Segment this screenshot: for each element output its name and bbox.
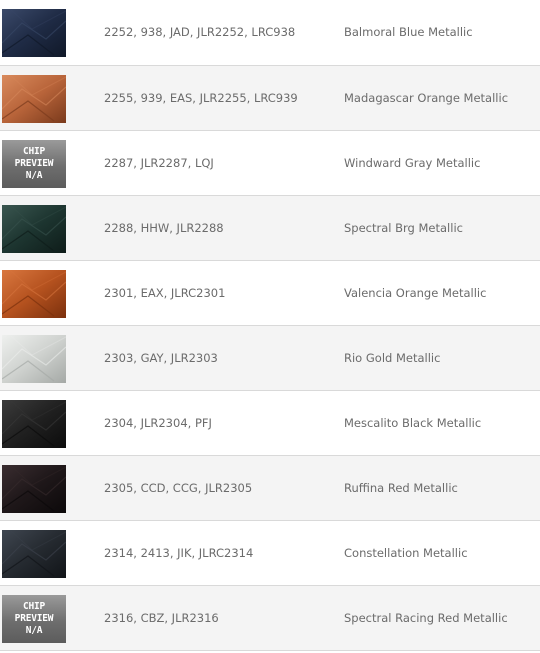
paint-color-table: 2252, 938, JAD, JLR2252, LRC938 Balmoral … — [0, 0, 540, 651]
paint-codes: 2287, JLR2287, LQJ — [104, 156, 214, 170]
chip-na-text: PREVIEW — [14, 158, 54, 169]
paint-codes: 2303, GAY, JLR2303 — [104, 351, 218, 365]
color-name: Spectral Racing Red Metallic — [344, 611, 508, 625]
paint-codes: 2305, CCD, CCG, JLR2305 — [104, 481, 253, 495]
color-chip-swatch — [2, 400, 66, 448]
color-name: Madagascar Orange Metallic — [344, 91, 509, 105]
table-row: 2314, 2413, JIK, JLRC2314 Constellation M… — [0, 520, 540, 585]
color-chip-swatch — [2, 530, 66, 578]
table-row: 2301, EAX, JLRC2301 Valencia Orange Metal… — [0, 260, 540, 325]
color-name: Ruffina Red Metallic — [344, 481, 458, 495]
table-row: CHIP PREVIEW N/A 2287, JLR2287, LQJ Windward… — [0, 130, 540, 195]
chip-na-text: N/A — [25, 170, 43, 181]
paint-codes: 2252, 938, JAD, JLR2252, LRC938 — [104, 25, 296, 39]
color-name: Mescalito Black Metallic — [344, 416, 482, 430]
table-row: 2303, GAY, JLR2303 Rio Gold Metallic — [0, 325, 540, 390]
table-row: 2255, 939, EAS, JLR2255, LRC939 Madagasca… — [0, 65, 540, 130]
chip-preview-na-placeholder: CHIP PREVIEW N/A — [2, 595, 66, 643]
color-chip-swatch — [2, 205, 66, 253]
color-chip-swatch — [2, 335, 66, 383]
chip-na-text: CHIP — [22, 601, 46, 612]
table-row: 2305, CCD, CCG, JLR2305 Ruffina Red Metal… — [0, 455, 540, 520]
color-name: Rio Gold Metallic — [344, 351, 441, 365]
paint-codes: 2316, CBZ, JLR2316 — [104, 611, 219, 625]
color-name: Spectral Brg Metallic — [344, 221, 463, 235]
paint-codes: 2304, JLR2304, PFJ — [104, 416, 212, 430]
table-row: 2288, HHW, JLR2288 Spectral Brg Metallic — [0, 195, 540, 260]
color-chip-swatch — [2, 270, 66, 318]
chip-na-text: N/A — [25, 625, 43, 636]
chip-na-text: PREVIEW — [14, 613, 54, 624]
color-name: Valencia Orange Metallic — [344, 286, 487, 300]
paint-codes: 2301, EAX, JLRC2301 — [104, 286, 226, 300]
color-chip-swatch — [2, 75, 66, 123]
color-name: Balmoral Blue Metallic — [344, 25, 473, 39]
color-chip-swatch — [2, 465, 66, 513]
paint-codes: 2255, 939, EAS, JLR2255, LRC939 — [104, 91, 298, 105]
color-chip-swatch — [2, 9, 66, 57]
paint-codes: 2314, 2413, JIK, JLRC2314 — [104, 546, 254, 560]
table-row: 2304, JLR2304, PFJ Mescalito Black Metall… — [0, 390, 540, 455]
color-name: Constellation Metallic — [344, 546, 468, 560]
paint-codes: 2288, HHW, JLR2288 — [104, 221, 224, 235]
table-row: 2252, 938, JAD, JLR2252, LRC938 Balmoral … — [0, 0, 540, 65]
color-name: Windward Gray Metallic — [344, 156, 481, 170]
chip-na-text: CHIP — [22, 146, 46, 157]
table-row: CHIP PREVIEW N/A 2316, CBZ, JLR2316 Spectral… — [0, 585, 540, 650]
chip-preview-na-placeholder: CHIP PREVIEW N/A — [2, 140, 66, 188]
